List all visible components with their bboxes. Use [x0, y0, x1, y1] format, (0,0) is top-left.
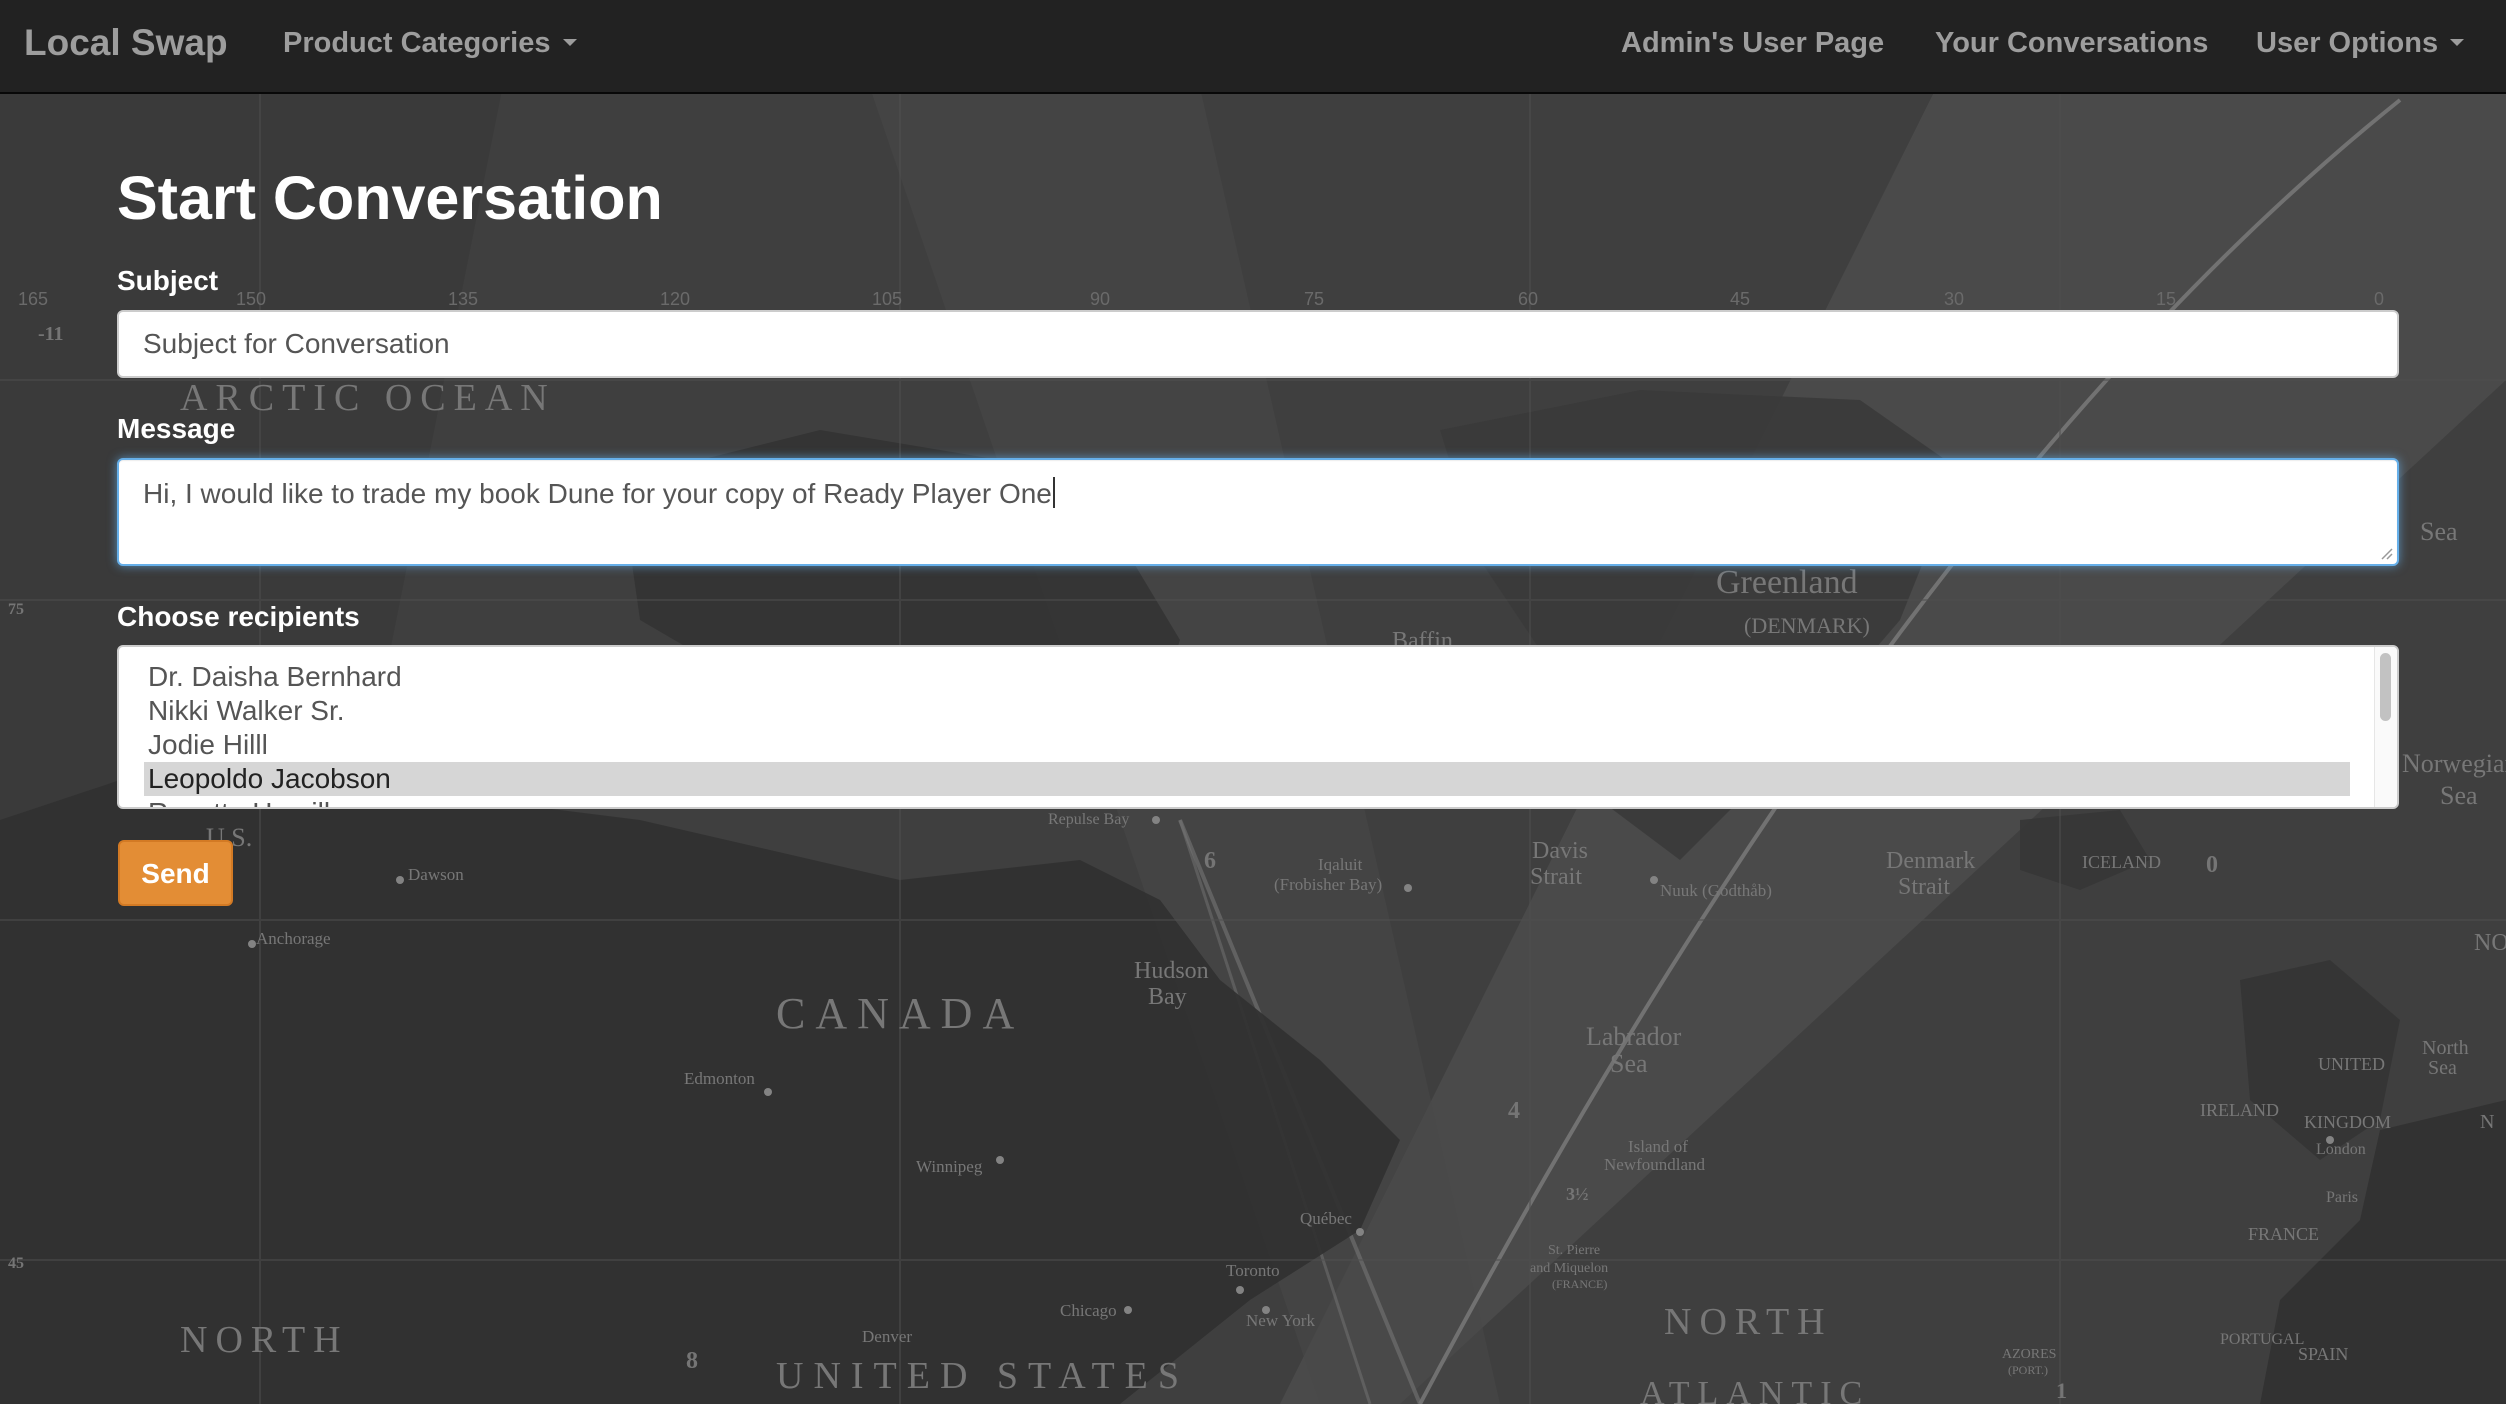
- resize-handle-icon[interactable]: [2379, 546, 2393, 560]
- page-title: Start Conversation: [117, 164, 663, 232]
- recipients-listbox[interactable]: Dr. Daisha Bernhard Nikki Walker Sr. Jod…: [117, 645, 2399, 809]
- recipient-option[interactable]: Rosetta Hamill: [144, 796, 2350, 807]
- recipients-label: Choose recipients: [117, 601, 360, 632]
- send-button[interactable]: Send: [118, 840, 233, 906]
- recipient-option[interactable]: Dr. Daisha Bernhard: [144, 660, 2350, 694]
- brand-logo-link[interactable]: Local Swap: [24, 0, 228, 92]
- top-navbar: Local Swap Product Categories Admin's Us…: [0, 0, 2506, 94]
- your-conversations-link[interactable]: Your Conversations: [1935, 0, 2208, 92]
- user-options-dropdown[interactable]: User Options: [2256, 0, 2465, 92]
- caret-down-icon: [562, 38, 577, 46]
- subject-input[interactable]: [117, 310, 2399, 378]
- product-categories-dropdown[interactable]: Product Categories: [283, 0, 577, 92]
- recipient-option[interactable]: Nikki Walker Sr.: [144, 694, 2350, 728]
- caret-down-icon: [2450, 38, 2465, 46]
- recipient-option-selected[interactable]: Leopoldo Jacobson: [144, 762, 2350, 796]
- subject-label: Subject: [117, 265, 219, 296]
- main-content: Start Conversation Subject Message Hi, I…: [0, 0, 2506, 1404]
- product-categories-label: Product Categories: [283, 27, 551, 59]
- user-options-label: User Options: [2256, 27, 2439, 59]
- message-textarea[interactable]: Hi, I would like to trade my book Dune f…: [117, 458, 2399, 566]
- admin-user-page-link[interactable]: Admin's User Page: [1621, 0, 1884, 92]
- recipient-option[interactable]: Jodie Hilll: [144, 728, 2350, 762]
- message-label: Message: [117, 413, 236, 444]
- listbox-scrollbar[interactable]: [2374, 647, 2397, 807]
- message-text: Hi, I would like to trade my book Dune f…: [143, 478, 1052, 509]
- scrollbar-thumb[interactable]: [2380, 653, 2391, 721]
- text-cursor: [1052, 477, 1055, 508]
